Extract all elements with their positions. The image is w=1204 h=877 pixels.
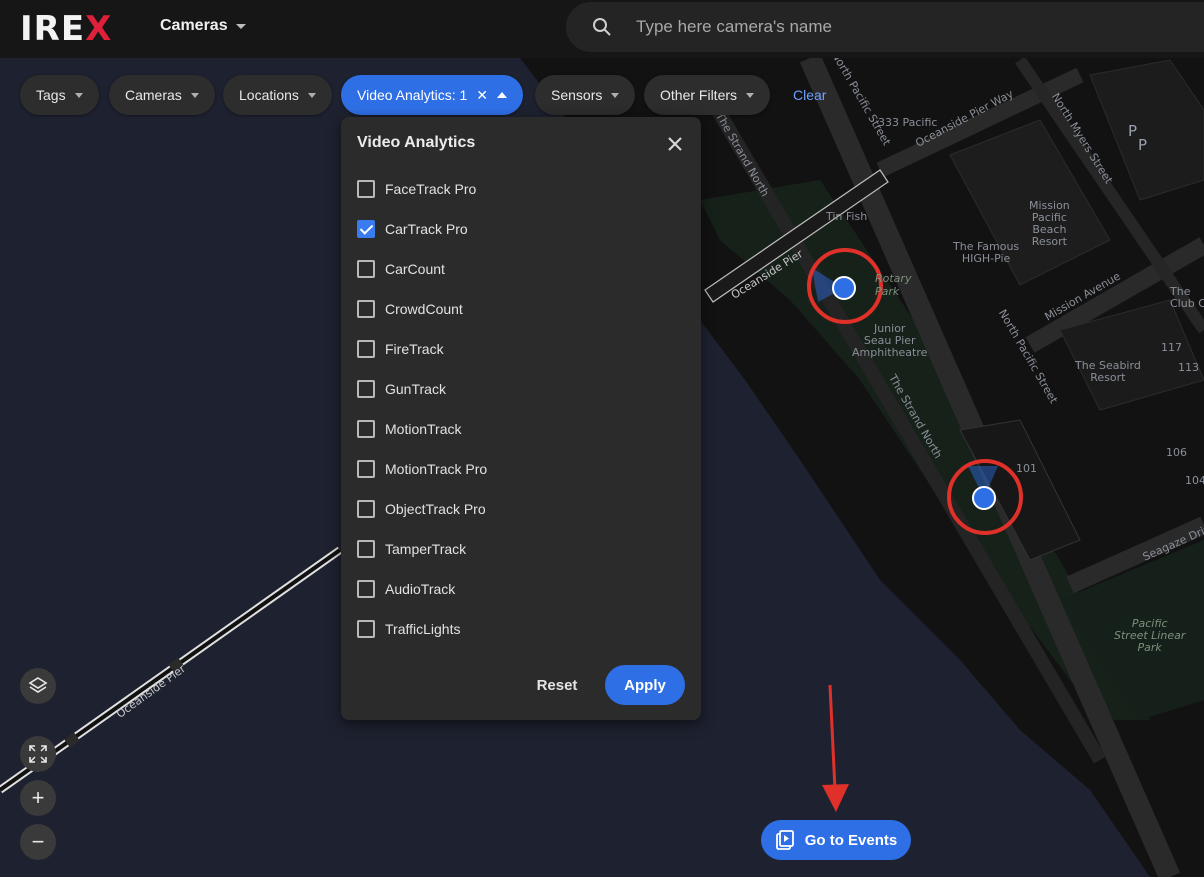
filter-chip-sensors[interactable]: Sensors	[535, 75, 636, 115]
checkbox[interactable]	[357, 620, 375, 638]
filter-chip-label: Locations	[239, 87, 299, 103]
zoom-in-button[interactable]: +	[20, 780, 56, 816]
video-analytics-dropdown: Video Analytics FaceTrack Pro CarTrack Pr…	[341, 117, 701, 720]
chevron-down-icon	[307, 92, 316, 98]
apply-button[interactable]: Apply	[605, 665, 685, 705]
filter-chip-label: Sensors	[551, 87, 603, 103]
map-label-seabird: The Seabird Resort	[1075, 359, 1141, 384]
analytics-option-tampertrack[interactable]: TamperTrack	[357, 537, 677, 561]
search-icon[interactable]	[592, 17, 612, 37]
chevron-down-icon	[746, 92, 755, 98]
filter-chip-label: Cameras	[125, 87, 182, 103]
chevron-down-icon	[611, 92, 620, 98]
map-label-junior-seau: Junior Seau Pier Amphitheatre	[852, 322, 928, 359]
filter-chip-video-analytics[interactable]: Video Analytics: 1 ✕	[341, 75, 523, 115]
logo: IREX	[20, 9, 112, 49]
map-label-333-pacific: 333 Pacific	[878, 116, 938, 129]
cameras-menu[interactable]: Cameras	[160, 17, 246, 35]
checkbox[interactable]	[357, 220, 375, 238]
analytics-option-motiontrack-pro[interactable]: MotionTrack Pro	[357, 457, 677, 481]
map-label-mission-pacific: Mission Pacific Beach Resort	[1029, 199, 1070, 248]
events-icon	[775, 830, 794, 850]
expand-icon	[29, 745, 47, 763]
map-label-113: 113	[1178, 361, 1199, 374]
option-label: CrowdCount	[385, 301, 463, 317]
analytics-option-cartrack-pro[interactable]: CarTrack Pro	[357, 217, 677, 241]
checkbox[interactable]	[357, 180, 375, 198]
map-label-parking-1: P	[1128, 122, 1138, 140]
fullscreen-button[interactable]	[20, 736, 56, 772]
analytics-option-crowdcount[interactable]: CrowdCount	[357, 297, 677, 321]
filter-chip-other-filters[interactable]: Other Filters	[644, 75, 771, 115]
chevron-down-icon	[235, 23, 246, 29]
logo-accent: X	[85, 9, 113, 49]
filter-chip-label: Tags	[36, 87, 66, 103]
option-label: AudioTrack	[385, 581, 456, 597]
chevron-up-icon	[497, 92, 507, 98]
camera-marker-2[interactable]	[972, 486, 996, 510]
analytics-option-facetrack-pro[interactable]: FaceTrack Pro	[357, 177, 677, 201]
zoom-out-button[interactable]: −	[20, 824, 56, 860]
map-label-pacific-linear-park: Pacific Street Linear Park	[1114, 617, 1186, 654]
go-to-events-label: Go to Events	[804, 831, 898, 849]
camera-search-input[interactable]	[636, 14, 1196, 40]
chevron-down-icon	[190, 92, 199, 98]
checkbox[interactable]	[357, 500, 375, 518]
option-label: GunTrack	[385, 381, 446, 397]
map-label-the-club: The Club O	[1170, 285, 1204, 310]
option-label: MotionTrack Pro	[385, 461, 488, 477]
analytics-option-firetrack[interactable]: FireTrack	[357, 337, 677, 361]
option-label: TamperTrack	[385, 541, 467, 557]
checkbox[interactable]	[357, 380, 375, 398]
cameras-menu-label: Cameras	[160, 17, 228, 34]
filter-chip-label: Other Filters	[660, 87, 738, 103]
chevron-down-icon	[74, 92, 83, 98]
layers-button[interactable]	[20, 668, 56, 704]
analytics-option-objecttrack-pro[interactable]: ObjectTrack Pro	[357, 497, 677, 521]
analytics-option-trafficlights[interactable]: TrafficLights	[357, 617, 677, 641]
camera-marker-1[interactable]	[832, 276, 856, 300]
map-label-famous-high-pie: The Famous HIGH-Pie	[953, 240, 1020, 265]
checkbox[interactable]	[357, 540, 375, 558]
top-bar: IREX Cameras	[0, 0, 1204, 58]
close-icon[interactable]	[663, 132, 687, 156]
map-label-117: 117	[1161, 341, 1182, 354]
logo-text: IRE	[20, 9, 86, 49]
checkbox[interactable]	[357, 260, 375, 278]
option-label: FaceTrack Pro	[385, 181, 477, 197]
map-label-101: 101	[1016, 462, 1037, 475]
option-label: FireTrack	[385, 341, 444, 357]
map-label-rotary-park: Rotary Park	[875, 272, 912, 298]
map-label-106: 106	[1166, 446, 1187, 459]
search-bar[interactable]	[566, 2, 1204, 52]
filter-chip-cameras[interactable]: Cameras	[109, 75, 215, 115]
option-label: TrafficLights	[385, 621, 461, 637]
option-label: MotionTrack	[385, 421, 462, 437]
checkbox[interactable]	[357, 300, 375, 318]
layers-icon	[28, 677, 48, 693]
option-label: CarCount	[385, 261, 445, 277]
analytics-option-audiotrack[interactable]: AudioTrack	[357, 577, 677, 601]
checkbox[interactable]	[357, 420, 375, 438]
map-label-tin-fish: Tin Fish	[826, 210, 868, 223]
reset-button[interactable]: Reset	[521, 665, 593, 705]
filter-chip-label: Video Analytics: 1	[357, 87, 468, 103]
option-label: ObjectTrack Pro	[385, 501, 486, 517]
map-label-104: 104	[1185, 474, 1204, 487]
checkbox[interactable]	[357, 340, 375, 358]
checkbox[interactable]	[357, 580, 375, 598]
filter-chip-locations[interactable]: Locations	[223, 75, 332, 115]
map-label-parking-2: P	[1138, 136, 1148, 154]
analytics-option-carcount[interactable]: CarCount	[357, 257, 677, 281]
analytics-option-motiontrack[interactable]: MotionTrack	[357, 417, 677, 441]
filter-chip-tags[interactable]: Tags	[20, 75, 99, 115]
analytics-option-guntrack[interactable]: GunTrack	[357, 377, 677, 401]
option-label: CarTrack Pro	[385, 221, 468, 237]
clear-filter-icon[interactable]: ✕	[476, 87, 488, 104]
dropdown-title: Video Analytics	[357, 134, 476, 151]
clear-filters-link[interactable]: Clear	[793, 87, 826, 103]
go-to-events-button[interactable]: Go to Events	[761, 820, 911, 860]
checkbox[interactable]	[357, 460, 375, 478]
